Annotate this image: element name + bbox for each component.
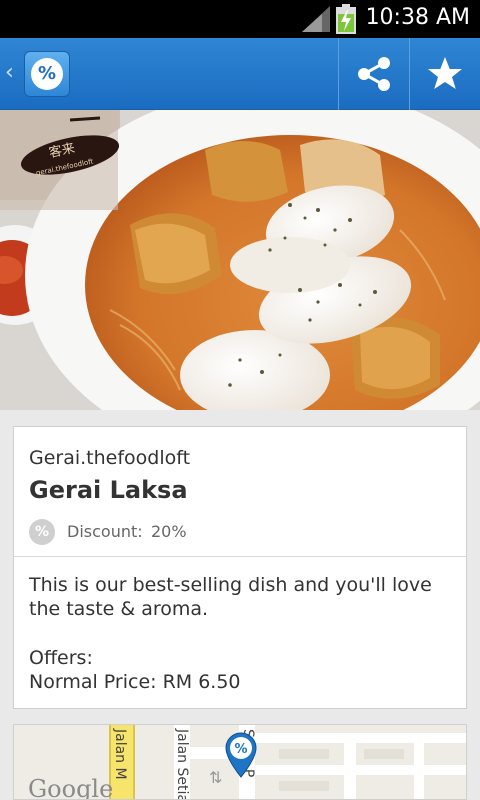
action-bar: ‹ % [0,38,480,110]
location-map[interactable]: ⇅ Jalan M Jalan Setia Setia P Google % [13,724,467,800]
percent-icon: % [31,58,63,90]
map-pin-glyph: % [234,742,247,757]
status-bar: 10:38 AM [0,0,480,38]
street-label: Jalan Setia [174,729,190,800]
discount-label: Discount: [67,522,143,541]
battery-charging-icon [336,4,356,34]
share-button[interactable] [340,38,408,110]
app-logo: % [24,51,70,97]
signal-icon [302,6,330,32]
action-divider [338,38,339,110]
map-pin-icon[interactable]: % [224,731,258,779]
google-attribution: Google [28,775,114,800]
offers-label: Offers: [29,647,93,669]
normal-price: Normal Price: RM 6.50 [29,671,241,693]
status-time: 10:38 AM [365,5,470,30]
star-icon [428,57,462,89]
favorite-button[interactable] [410,38,480,110]
dish-description: This is our best-selling dish and you'll… [29,574,432,620]
chevron-left-icon: ‹ [5,60,14,85]
discount-value: 20% [151,522,187,541]
street-label: Jalan M [112,729,128,780]
dish-title: Gerai Laksa [29,476,188,504]
deal-card: Gerai.thefoodloft Gerai Laksa % Discount… [13,426,467,709]
vendor-name: Gerai.thefoodloft [29,447,191,469]
share-icon [358,57,390,91]
back-button[interactable]: ‹ % [0,38,80,110]
dish-photo: 客来 gerai.thefoodloft [0,110,480,410]
discount-icon: % [29,519,55,545]
svg-text:⇅: ⇅ [209,768,222,787]
divider [14,556,466,557]
